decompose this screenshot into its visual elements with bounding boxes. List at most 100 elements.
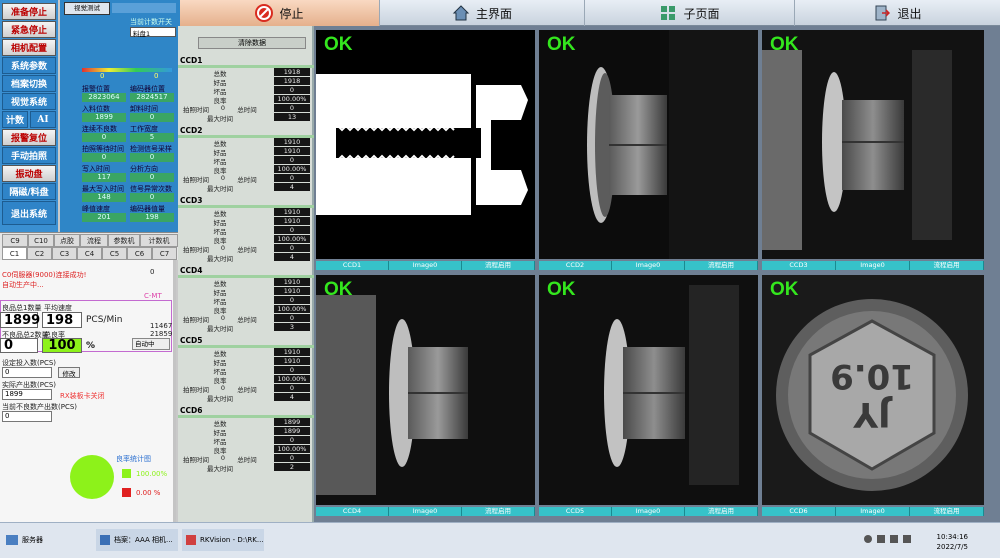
tab-flow[interactable]: 流程 [80,234,108,247]
ccd2-bolt-image [539,30,758,259]
server-message: C0伺服器(9000)连接成功! [2,271,87,279]
production-panel: C0伺服器(9000)连接成功! 自动生产中... 0 C-MT 良品总1数量 … [0,260,176,522]
bolt-mark-line2: 10.9 [830,356,914,396]
system-params-button[interactable]: 系统参数 [2,57,56,74]
main-page-button[interactable]: 主界面 [380,0,585,26]
info-value: 148 [82,193,126,202]
ccd-stat-row: 总数 1910 [178,348,314,358]
modify-button[interactable]: 修改 [58,367,80,378]
tab-c6[interactable]: C6 [127,247,152,260]
camera-view-5[interactable]: OK [539,275,758,505]
stat-value: 0 [274,314,310,322]
main-page-label: 主界面 [475,6,512,21]
ccd-stat-row: 坏品 0 [178,156,314,166]
ai-button[interactable]: AI [30,111,56,128]
tab-c5[interactable]: C5 [102,247,127,260]
production-message: 自动生产中... [2,281,44,289]
set-input-field[interactable]: 0 [2,367,52,378]
stat-value: 3 [274,323,310,331]
camera-view-6[interactable]: JY 10.9 OK [762,275,984,505]
ccd-stat-row: 好品 1910 [178,217,314,227]
tab-param-machine[interactable]: 参数机 [108,234,140,247]
info-value: 0 [130,153,174,162]
ccd3-flow[interactable]: 流程启用 [910,261,984,270]
ccd1-image: Image0 [389,261,462,270]
bad-output-field[interactable]: 0 [2,411,52,422]
top-right-value: 0 [150,268,155,276]
tray-icon-b[interactable] [877,535,885,543]
network-icon[interactable] [890,535,898,543]
info-value: 0 [130,193,174,202]
taskbar-app-profile[interactable]: 档案：AAA 相机... [96,529,178,551]
stat-value: 1910 [274,217,310,225]
exit-button[interactable]: 退出 [795,0,1000,26]
ccd1-status: OK [324,34,353,55]
vision-test-button[interactable]: 视觉测试 [64,2,110,15]
magnet-tray-button[interactable]: 隔磁/料盘 [2,183,56,200]
camera-view-1[interactable]: OK [316,30,535,259]
count-button[interactable]: 计数 [2,111,28,128]
mode-select[interactable]: 自动中 [132,338,170,350]
ccd2-status: OK [547,34,576,55]
manual-capture-button[interactable]: 手动拍照 [2,147,56,164]
ccd2-flow[interactable]: 流程启用 [685,261,758,270]
stat-value: 0 [274,104,310,112]
tab-c10[interactable]: C10 [28,234,54,247]
clock[interactable]: 10:34:16 2022/7/5 [928,532,968,552]
camera-view-2[interactable]: OK [539,30,758,259]
ccd5-flow[interactable]: 流程启用 [685,507,758,516]
prepare-stop-button[interactable]: 准备停止 [2,3,56,20]
tab-c4[interactable]: C4 [77,247,102,260]
stat-value: 0 [274,244,310,252]
stat-value: 4 [274,393,310,401]
sub-page-button[interactable]: 子页面 [585,0,795,26]
profile-switch-button[interactable]: 档案切换 [2,75,56,92]
stat-value: 1910 [274,208,310,216]
taskbar-app-rkvision[interactable]: RKVision - D:\RK... [182,529,264,551]
ccd-stat-row: 最大时间 4 [178,253,314,263]
taskbar-app-rkvision-label: RKVision - D:\RK... [200,536,264,544]
ccd2-caption: CCD2 Image0 流程启用 [539,261,758,270]
ccd-stat-row: 总数 1910 [178,208,314,218]
counter-label: 当前计数开关 [130,18,172,26]
clock-date: 2022/7/5 [936,543,968,551]
tab-c7[interactable]: C7 [152,247,177,260]
ccd6-flow[interactable]: 流程启用 [910,507,984,516]
good-count-value: 1899 [0,312,40,328]
alarm-reset-button[interactable]: 报警复位 [2,129,56,146]
stat-value: 1910 [274,147,310,155]
bolt-mark-line1: JY [853,394,893,434]
stat-value: 0 [274,436,310,444]
stat-value: 100.00% [274,305,310,313]
taskbar-app-server[interactable]: 服务器 [6,531,86,549]
tab-counter-machine[interactable]: 计数机 [140,234,178,247]
counter-select[interactable]: 料盘1 [130,27,176,38]
stat-value: 0 [274,226,310,234]
tray-icon-a[interactable] [864,535,872,543]
vision-system-button[interactable]: 视觉系统 [2,93,56,110]
exit-system-button[interactable]: 退出系统 [2,201,56,225]
tab-c3[interactable]: C3 [52,247,77,260]
camera-view-4[interactable]: OK [316,275,535,505]
emergency-stop-button[interactable]: 紧急停止 [2,21,56,38]
stat-value: 100.00% [274,445,310,453]
info-value: 0 [82,133,126,142]
tab-c1[interactable]: C1 [2,247,27,260]
ccd4-flow[interactable]: 流程启用 [462,507,535,516]
tab-dispense[interactable]: 点胶 [54,234,80,247]
stat-label: 最大时间 [207,185,233,193]
clear-data-button[interactable]: 清除数据 [198,37,306,49]
camera-config-button[interactable]: 相机配置 [2,39,56,56]
stop-button[interactable]: 停止 [180,0,380,26]
ctr-label: C-MT [144,292,162,300]
vibration-plate-button[interactable]: 振动盘 [2,165,56,182]
camera-view-3[interactable]: OK [762,30,984,259]
ccd-stat-row: 拍照时间 0 总时间 0 [178,314,314,324]
stat-value: 100.00% [274,235,310,243]
tab-c9[interactable]: C9 [2,234,28,247]
volume-icon[interactable] [903,535,911,543]
actual-output-field[interactable]: 1899 [2,389,52,400]
ccd1-flow[interactable]: 流程启用 [462,261,535,270]
ccd5-bolt-image [539,275,758,505]
tab-c2[interactable]: C2 [27,247,52,260]
